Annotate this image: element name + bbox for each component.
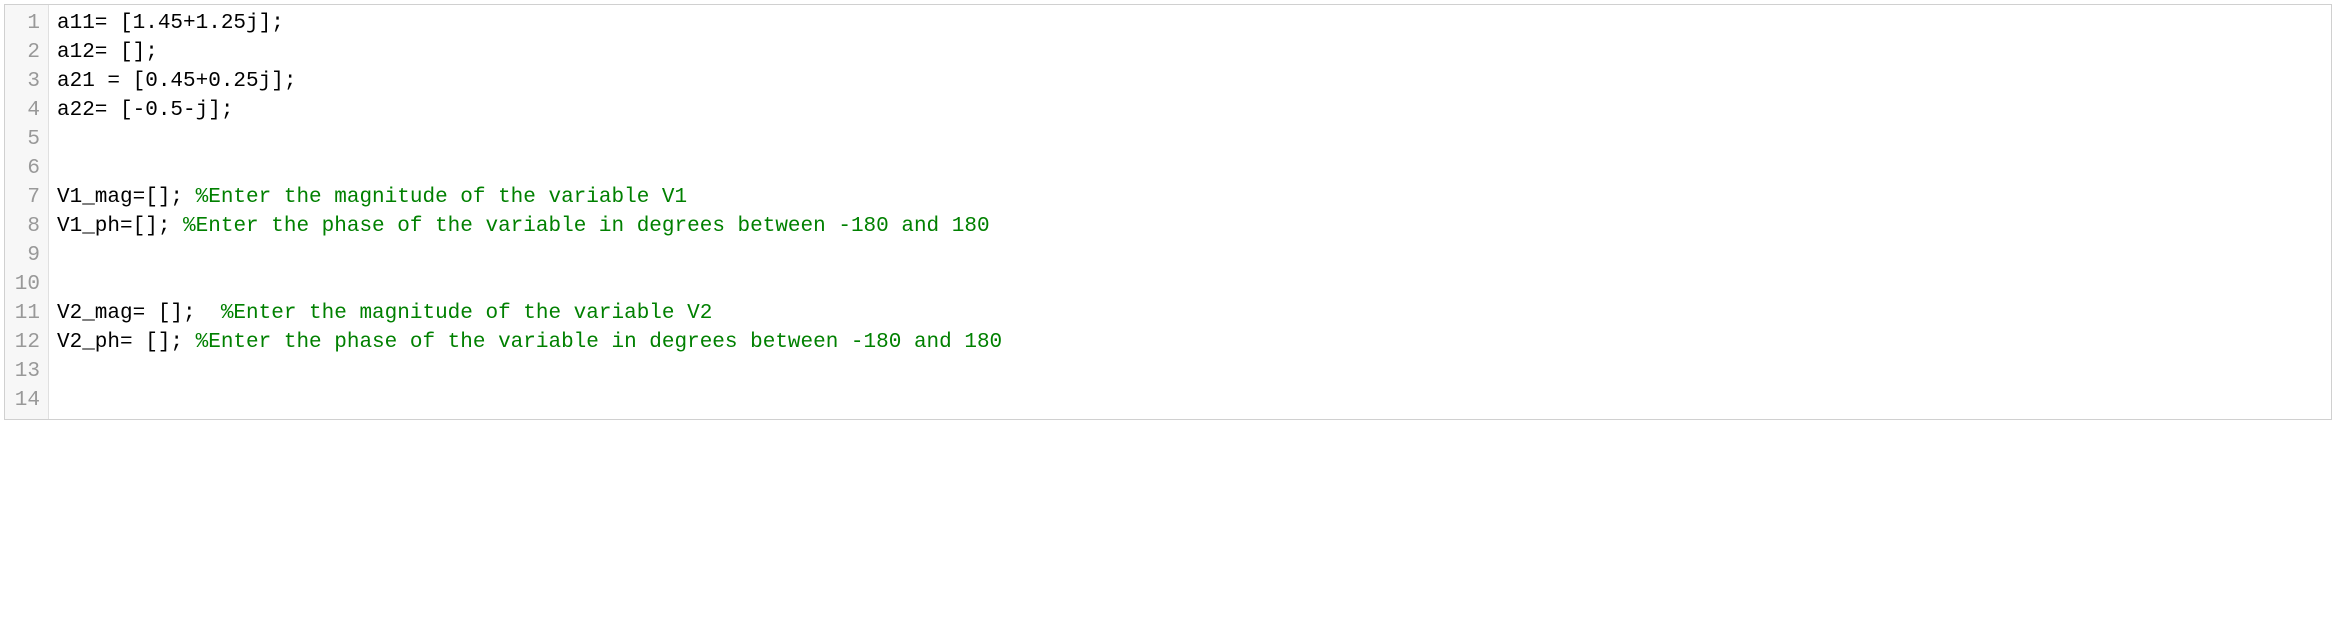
code-text: V1_mag=[]; (57, 186, 196, 209)
code-line[interactable] (57, 357, 2323, 386)
code-line[interactable]: V2_ph= []; %Enter the phase of the varia… (57, 328, 2323, 357)
line-number: 5 (5, 125, 48, 154)
line-number: 12 (5, 328, 48, 357)
line-number: 7 (5, 183, 48, 212)
line-number: 8 (5, 212, 48, 241)
code-text: V1_ph=[]; (57, 215, 183, 238)
code-line[interactable]: V1_mag=[]; %Enter the magnitude of the v… (57, 183, 2323, 212)
line-number: 3 (5, 67, 48, 96)
code-line[interactable]: a11= [1.45+1.25j]; (57, 9, 2323, 38)
code-line[interactable] (57, 241, 2323, 270)
line-number: 4 (5, 96, 48, 125)
code-comment: %Enter the magnitude of the variable V1 (196, 186, 687, 209)
code-text: V2_mag= []; (57, 302, 221, 325)
code-comment: %Enter the phase of the variable in degr… (196, 331, 1003, 354)
code-line[interactable]: a12= []; (57, 38, 2323, 67)
code-line[interactable]: V2_mag= []; %Enter the magnitude of the … (57, 299, 2323, 328)
line-number: 14 (5, 386, 48, 415)
line-number-gutter: 1234567891011121314 (5, 5, 49, 419)
code-comment: %Enter the phase of the variable in degr… (183, 215, 990, 238)
code-text: a22= [-0.5-j]; (57, 99, 233, 122)
code-editor[interactable]: 1234567891011121314 a11= [1.45+1.25j];a1… (4, 4, 2332, 420)
code-text: V2_ph= []; (57, 331, 196, 354)
line-number: 13 (5, 357, 48, 386)
code-text: a11= [1.45+1.25j]; (57, 12, 284, 35)
code-line[interactable] (57, 125, 2323, 154)
line-number: 11 (5, 299, 48, 328)
code-text: a21 = [0.45+0.25j]; (57, 70, 296, 93)
line-number: 10 (5, 270, 48, 299)
code-text: a12= []; (57, 41, 158, 64)
code-area[interactable]: a11= [1.45+1.25j]; a12= []; a21 = [0.45+0.… (49, 5, 2331, 419)
line-number: 1 (5, 9, 48, 38)
line-number: 2 (5, 38, 48, 67)
code-comment: %Enter the magnitude of the variable V2 (221, 302, 712, 325)
line-number: 6 (5, 154, 48, 183)
code-line[interactable] (57, 386, 2323, 415)
code-line[interactable] (57, 270, 2323, 299)
code-line[interactable]: a21 = [0.45+0.25j]; (57, 67, 2323, 96)
code-line[interactable]: V1_ph=[]; %Enter the phase of the variab… (57, 212, 2323, 241)
code-line[interactable]: a22= [-0.5-j]; (57, 96, 2323, 125)
code-line[interactable] (57, 154, 2323, 183)
line-number: 9 (5, 241, 48, 270)
